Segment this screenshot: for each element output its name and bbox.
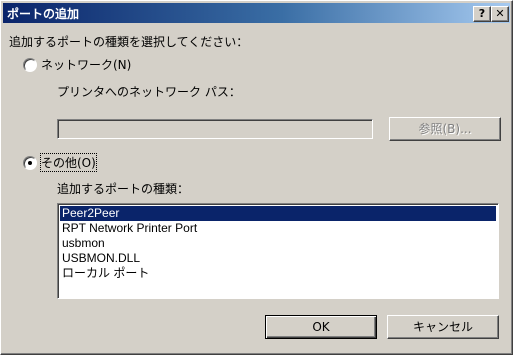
- network-path-label: プリンタへのネットワーク パス：: [57, 85, 241, 99]
- network-path-input[interactable]: [57, 119, 373, 139]
- help-button[interactable]: ?: [473, 6, 491, 22]
- port-type-list[interactable]: Peer2Peer RPT Network Printer Port usbmo…: [57, 203, 499, 299]
- close-button[interactable]: ✕: [491, 6, 509, 22]
- list-item[interactable]: RPT Network Printer Port: [60, 221, 496, 236]
- port-type-prompt: 追加するポートの種類を選択してください：: [9, 35, 249, 49]
- other-radio-label[interactable]: その他(O): [40, 153, 97, 172]
- window-title: ポートの追加: [7, 7, 80, 21]
- list-item[interactable]: usbmon: [60, 236, 496, 251]
- other-radio[interactable]: [23, 156, 37, 170]
- port-type-list-label: 追加するポートの種類：: [57, 182, 190, 196]
- help-icon: ?: [478, 7, 486, 20]
- add-port-dialog: ポートの追加 ? ✕ 追加するポートの種類を選択してください： ネットワーク(N…: [0, 0, 513, 355]
- browse-button[interactable]: 参照(B)...: [389, 117, 501, 141]
- list-item[interactable]: Peer2Peer: [60, 206, 496, 221]
- list-item[interactable]: ローカル ポート: [60, 266, 496, 281]
- title-bar[interactable]: ポートの追加 ? ✕: [3, 3, 510, 23]
- cancel-button[interactable]: キャンセル: [387, 315, 499, 339]
- list-item[interactable]: USBMON.DLL: [60, 251, 496, 266]
- network-radio[interactable]: [23, 58, 37, 72]
- radio-selected-dot: [28, 161, 32, 165]
- ok-button[interactable]: OK: [265, 315, 377, 339]
- network-radio-label[interactable]: ネットワーク(N): [41, 56, 131, 73]
- close-icon: ✕: [495, 7, 505, 20]
